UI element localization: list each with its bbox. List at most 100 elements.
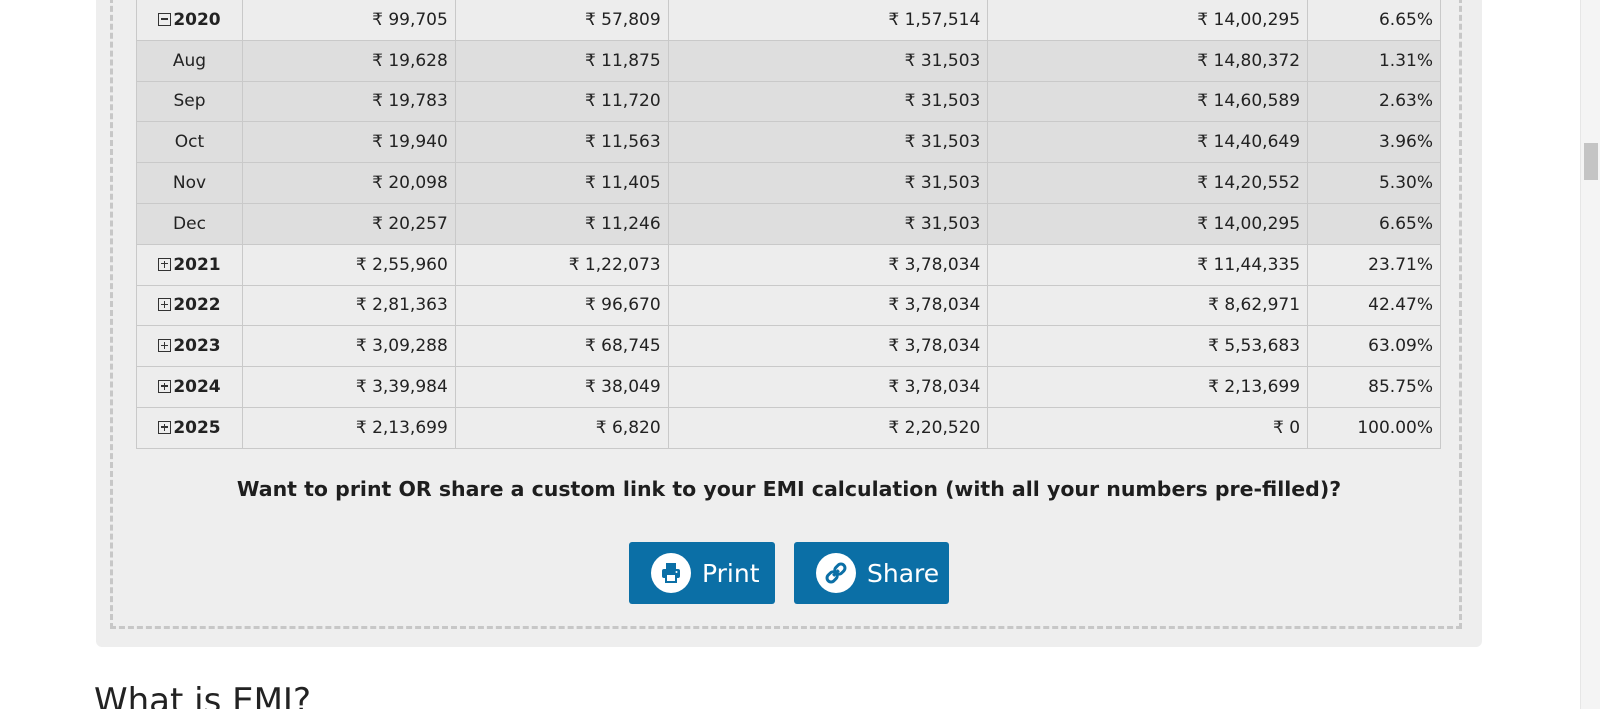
month-cell: Aug (136, 39, 243, 82)
expand-icon[interactable] (158, 380, 172, 394)
interest-cell: ₹ 11,246 (454, 202, 669, 245)
total-payment-cell: ₹ 31,503 (667, 162, 989, 204)
period-label: 2022 (173, 295, 221, 316)
month-row: Dec ₹ 20,257 ₹ 11,246 ₹ 31,503 ₹ 14,00,295 6.… (136, 202, 1441, 245)
year-row[interactable]: 2023 ₹ 3,09,288 ₹ 68,745 ₹ 3,78,034 ₹ 5,53,6… (136, 325, 1441, 368)
balance-cell: ₹ 14,60,589 (987, 80, 1309, 123)
link-icon (816, 553, 856, 593)
period-label: Dec (173, 213, 206, 234)
interest-cell: ₹ 1,22,073 (454, 243, 669, 286)
period-label: 2023 (173, 336, 221, 357)
expand-icon[interactable] (158, 420, 172, 434)
month-row: Nov ₹ 20,098 ₹ 11,405 ₹ 31,503 ₹ 14,20,552 5.… (136, 162, 1441, 204)
loan-paid-percent-cell: 100.00% (1307, 406, 1441, 449)
period-label: 2021 (173, 254, 221, 275)
year-cell[interactable]: 2022 (136, 284, 243, 327)
year-row[interactable]: 2021 ₹ 2,55,960 ₹ 1,22,073 ₹ 3,78,034 ₹ 11,4… (136, 243, 1441, 286)
interest-cell: ₹ 11,720 (454, 80, 669, 123)
month-cell: Oct (136, 121, 243, 164)
share-prompt-text: Want to print OR share a custom link to … (236, 477, 1342, 501)
year-cell[interactable]: 2025 (136, 406, 243, 449)
collapse-icon[interactable] (158, 12, 172, 26)
year-cell[interactable]: 2021 (136, 243, 243, 286)
total-payment-cell: ₹ 3,78,034 (667, 284, 989, 327)
loan-paid-percent-cell: 85.75% (1307, 366, 1441, 408)
year-row[interactable]: 2025 ₹ 2,13,699 ₹ 6,820 ₹ 2,20,520 ₹ 0 100.00… (136, 406, 1441, 449)
loan-paid-percent-cell: 1.31% (1307, 39, 1441, 82)
principal-cell: ₹ 20,098 (241, 162, 456, 204)
print-button[interactable]: Print (629, 542, 775, 604)
principal-cell: ₹ 2,81,363 (241, 284, 456, 327)
loan-paid-percent-cell: 42.47% (1307, 284, 1441, 327)
principal-cell: ₹ 19,628 (241, 39, 456, 82)
emi-schedule-panel: 2020 ₹ 99,705 ₹ 57,809 ₹ 1,57,514 ₹ 14,00,29… (96, 0, 1482, 647)
schedule-body: 2020 ₹ 99,705 ₹ 57,809 ₹ 1,57,514 ₹ 14,00,29… (136, 0, 1441, 449)
expand-icon[interactable] (158, 339, 172, 353)
year-row[interactable]: 2024 ₹ 3,39,984 ₹ 38,049 ₹ 3,78,034 ₹ 2,13,6… (136, 366, 1441, 408)
year-row[interactable]: 2020 ₹ 99,705 ₹ 57,809 ₹ 1,57,514 ₹ 14,00,29… (136, 0, 1441, 41)
printer-icon (651, 553, 691, 593)
balance-cell: ₹ 14,20,552 (987, 162, 1309, 204)
interest-cell: ₹ 11,405 (454, 162, 669, 204)
year-cell[interactable]: 2020 (136, 0, 243, 41)
period-label: 2024 (173, 377, 221, 398)
interest-cell: ₹ 38,049 (454, 366, 669, 408)
share-button-label: Share (867, 558, 940, 588)
month-row: Aug ₹ 19,628 ₹ 11,875 ₹ 31,503 ₹ 14,80,372 1.… (136, 39, 1441, 82)
interest-cell: ₹ 11,875 (454, 39, 669, 82)
balance-cell: ₹ 14,40,649 (987, 121, 1309, 164)
loan-paid-percent-cell: 63.09% (1307, 325, 1441, 368)
total-payment-cell: ₹ 31,503 (667, 39, 989, 82)
month-row: Oct ₹ 19,940 ₹ 11,563 ₹ 31,503 ₹ 14,40,649 3.… (136, 121, 1441, 164)
total-payment-cell: ₹ 31,503 (667, 80, 989, 123)
balance-cell: ₹ 14,80,372 (987, 39, 1309, 82)
period-label: Nov (172, 173, 207, 194)
interest-cell: ₹ 57,809 (454, 0, 669, 41)
loan-paid-percent-cell: 6.65% (1307, 0, 1441, 41)
payment-schedule-table: 2020 ₹ 99,705 ₹ 57,809 ₹ 1,57,514 ₹ 14,00,29… (136, 0, 1441, 449)
print-button-label: Print (702, 558, 760, 588)
interest-cell: ₹ 6,820 (454, 406, 669, 449)
period-label: 2020 (173, 9, 221, 30)
loan-paid-percent-cell: 5.30% (1307, 162, 1441, 204)
month-row: Sep ₹ 19,783 ₹ 11,720 ₹ 31,503 ₹ 14,60,589 2.… (136, 80, 1441, 123)
period-label: Sep (173, 91, 206, 112)
expand-icon[interactable] (158, 298, 172, 312)
what-is-emi-heading: What is EMI? (94, 681, 311, 709)
interest-cell: ₹ 11,563 (454, 121, 669, 164)
balance-cell: ₹ 14,00,295 (987, 202, 1309, 245)
loan-paid-percent-cell: 2.63% (1307, 80, 1441, 123)
principal-cell: ₹ 2,13,699 (241, 406, 456, 449)
total-payment-cell: ₹ 31,503 (667, 202, 989, 245)
total-payment-cell: ₹ 2,20,520 (667, 406, 989, 449)
balance-cell: ₹ 14,00,295 (987, 0, 1309, 41)
interest-cell: ₹ 68,745 (454, 325, 669, 368)
year-cell[interactable]: 2023 (136, 325, 243, 368)
period-label: Oct (174, 132, 205, 153)
period-label: Aug (172, 50, 207, 71)
principal-cell: ₹ 19,783 (241, 80, 456, 123)
principal-cell: ₹ 20,257 (241, 202, 456, 245)
loan-paid-percent-cell: 3.96% (1307, 121, 1441, 164)
scrollbar-thumb[interactable] (1584, 143, 1598, 180)
page-scrollbar[interactable] (1580, 0, 1600, 709)
principal-cell: ₹ 99,705 (241, 0, 456, 41)
month-cell: Sep (136, 80, 243, 123)
month-cell: Dec (136, 202, 243, 245)
total-payment-cell: ₹ 1,57,514 (667, 0, 989, 41)
balance-cell: ₹ 5,53,683 (987, 325, 1309, 368)
interest-cell: ₹ 96,670 (454, 284, 669, 327)
expand-icon[interactable] (158, 257, 172, 271)
balance-cell: ₹ 2,13,699 (987, 366, 1309, 408)
balance-cell: ₹ 0 (987, 406, 1309, 449)
principal-cell: ₹ 3,09,288 (241, 325, 456, 368)
year-cell[interactable]: 2024 (136, 366, 243, 408)
principal-cell: ₹ 2,55,960 (241, 243, 456, 286)
month-cell: Nov (136, 162, 243, 204)
year-row[interactable]: 2022 ₹ 2,81,363 ₹ 96,670 ₹ 3,78,034 ₹ 8,62,9… (136, 284, 1441, 327)
page: 2020 ₹ 99,705 ₹ 57,809 ₹ 1,57,514 ₹ 14,00,29… (0, 0, 1600, 709)
balance-cell: ₹ 8,62,971 (987, 284, 1309, 327)
principal-cell: ₹ 3,39,984 (241, 366, 456, 408)
principal-cell: ₹ 19,940 (241, 121, 456, 164)
share-button[interactable]: Share (794, 542, 949, 604)
